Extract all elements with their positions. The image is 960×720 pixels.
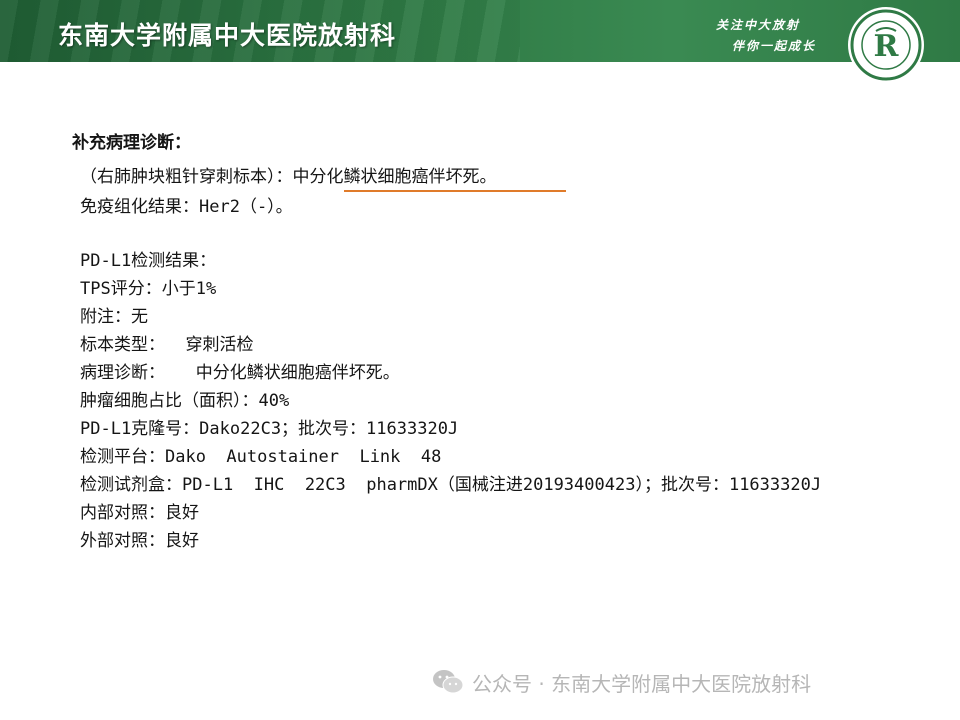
tumor-ratio: 肿瘤细胞占比（面积）：40%	[80, 391, 290, 411]
pdl1-heading: PD-L1检测结果：	[80, 251, 217, 271]
internal-control: 内部对照：良好	[80, 503, 199, 523]
test-platform: 检测平台：Dako Autostainer Link 48	[80, 447, 442, 467]
line1-highlight: 中分化鳞状细胞癌伴坏死。	[292, 167, 497, 187]
tps-score: TPS评分：小于1%	[80, 279, 217, 299]
report-line-1: （右肺肿块粗针穿刺标本）：中分化鳞状细胞癌伴坏死。	[80, 166, 497, 188]
note: 附注：无	[80, 307, 148, 327]
test-kit: 检测试剂盒：PD-L1 IHC 22C3 pharmDX（国械注进2019340…	[80, 475, 822, 495]
watermark-text: 公众号 · 东南大学附属中大医院放射科	[472, 671, 812, 696]
clone-number: PD-L1克隆号：Dako22C3；批次号：11633320J	[80, 419, 459, 439]
diagnosis: 病理诊断： 中分化鳞状细胞癌伴坏死。	[80, 363, 400, 383]
wechat-icon	[433, 670, 464, 694]
pathology-report: 补充病理诊断： （右肺肿块粗针穿刺标本）：中分化鳞状细胞癌伴坏死。 免疫组化结果…	[0, 0, 960, 720]
sample-type: 标本类型： 穿刺活检	[80, 335, 254, 355]
watermark: 公众号 · 东南大学附属中大医院放射科	[432, 667, 811, 697]
external-control: 外部对照：良好	[80, 531, 199, 551]
report-heading: 补充病理诊断：	[72, 133, 191, 153]
report-line-2: 免疫组化结果：Her2（-）。	[80, 197, 293, 217]
line1-prefix: （右肺肿块粗针穿刺标本）：	[80, 167, 293, 187]
highlight-underline	[344, 190, 566, 192]
